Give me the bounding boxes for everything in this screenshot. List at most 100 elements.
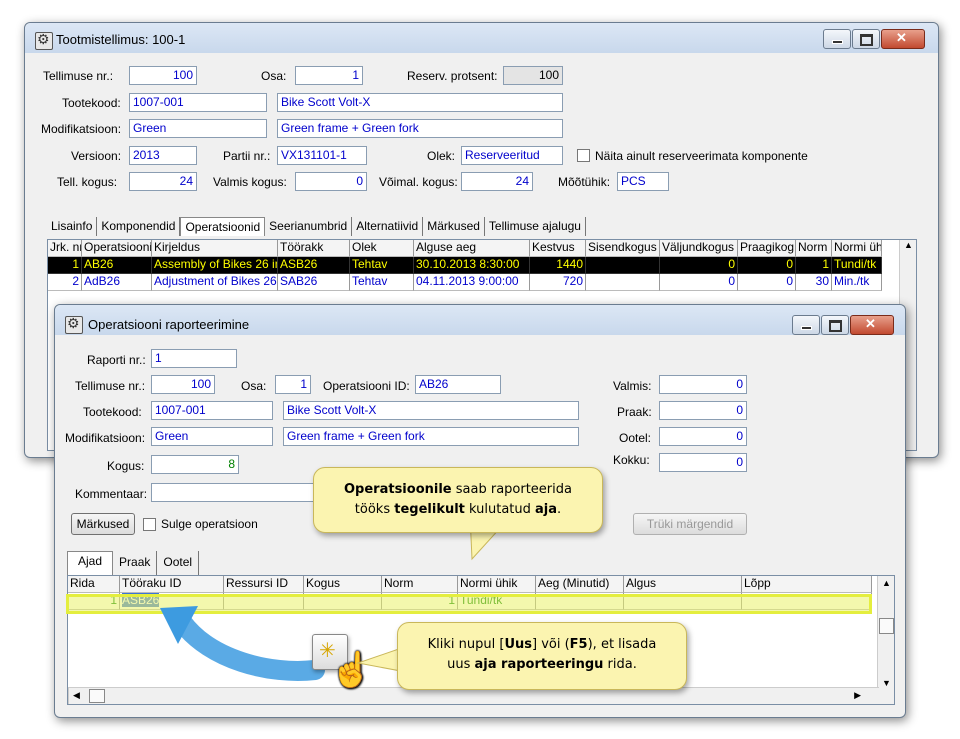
table-cell: ASB26 — [278, 257, 350, 274]
waiting-field[interactable]: 0 — [659, 427, 747, 446]
scroll-down-icon[interactable]: ▼ — [882, 678, 891, 688]
column-header[interactable]: Sisendkogus — [586, 240, 660, 257]
column-header[interactable]: Normi ühik — [832, 240, 882, 257]
maximize-button[interactable] — [821, 315, 849, 335]
column-header[interactable]: Rida — [68, 576, 120, 593]
scrap-field[interactable]: 0 — [659, 401, 747, 420]
waiting-label: Ootel: — [619, 431, 652, 445]
scroll-thumb[interactable] — [879, 618, 894, 634]
grid-header-row: Jrk. nr Operatsiooni Kirjeldus Töörakk Olek A… — [48, 240, 882, 257]
scroll-up-icon[interactable]: ▲ — [904, 240, 913, 250]
table-row[interactable]: 2 AdB26 Adjustment of Bikes 26 SAB26 Tehtav 0… — [48, 274, 882, 291]
table-cell — [586, 274, 660, 291]
close-button[interactable] — [881, 29, 925, 49]
tab-praak[interactable]: Praak — [113, 551, 158, 576]
version-field[interactable]: 2013 — [129, 146, 197, 165]
column-header[interactable]: Töörakk — [278, 240, 350, 257]
column-header[interactable]: Väljundkogus — [660, 240, 738, 257]
callout-top-text4: . — [557, 502, 562, 517]
modification-desc-field[interactable]: Green frame + Green fork — [277, 119, 563, 138]
column-header[interactable]: Kirjeldus — [152, 240, 278, 257]
unit-field[interactable]: PCS — [617, 172, 669, 191]
callout-bottom-bold2: F5 — [569, 637, 588, 652]
column-header[interactable]: Aeg (Minutid) — [536, 576, 624, 593]
scroll-thumb[interactable] — [89, 689, 105, 703]
scroll-left-icon[interactable]: ◀ — [73, 690, 80, 701]
tab-ajad[interactable]: Ajad — [67, 551, 114, 576]
title-bar[interactable]: Tootmistellimus: 100-1 — [25, 23, 938, 53]
column-header[interactable]: Kestvus — [530, 240, 586, 257]
order-nr-label: Tellimuse nr.: — [75, 379, 146, 393]
column-header[interactable]: Alguse aeg — [414, 240, 530, 257]
modification-field[interactable]: Green — [129, 119, 267, 138]
tab-lisainfo[interactable]: Lisainfo — [47, 217, 98, 236]
qty-field[interactable]: 8 — [151, 455, 239, 474]
minimize-button[interactable] — [792, 315, 820, 335]
minimize-button[interactable] — [823, 29, 851, 49]
print-labels-button[interactable]: Trüki märgendid — [633, 513, 747, 535]
column-header[interactable]: Norm — [796, 240, 832, 257]
title-bar[interactable]: Operatsiooni raporteerimine — [55, 305, 905, 335]
product-code-label: Tootekood: — [83, 405, 142, 419]
qty-label: Kogus: — [107, 459, 145, 473]
callout-bottom-text5: rida. — [603, 657, 637, 672]
tab-alternatiivid[interactable]: Alternatiivid — [352, 217, 424, 236]
table-cell: 0 — [660, 257, 738, 274]
maximize-button[interactable] — [852, 29, 880, 49]
table-cell: 04.11.2013 9:00:00 — [414, 274, 530, 291]
part-field[interactable]: 1 — [295, 66, 363, 85]
reserve-label: Reserv. protsent: — [407, 69, 498, 83]
callout-bottom-bold1: Uus — [504, 637, 532, 652]
column-header[interactable]: Ressursi ID — [224, 576, 304, 593]
order-tabs: Lisainfo Komponendid Operatsioonid Seeri… — [47, 217, 586, 236]
close-button[interactable] — [850, 315, 894, 335]
done-label: Valmis: — [613, 379, 652, 393]
column-header[interactable]: Algus — [624, 576, 742, 593]
operation-id-field[interactable]: AB26 — [415, 375, 501, 394]
column-header[interactable]: Tööraku ID — [120, 576, 224, 593]
part-field[interactable]: 1 — [275, 375, 311, 394]
tab-tellimuse-ajalugu[interactable]: Tellimuse ajalugu — [485, 217, 586, 236]
order-nr-field[interactable]: 100 — [129, 66, 197, 85]
product-code-field[interactable]: 1007-001 — [151, 401, 273, 420]
column-header[interactable]: Praagikog — [738, 240, 796, 257]
tab-komponendid[interactable]: Komponendid — [97, 217, 181, 236]
column-header[interactable]: Olek — [350, 240, 414, 257]
column-header[interactable]: Operatsiooni — [82, 240, 152, 257]
order-nr-field[interactable]: 100 — [151, 375, 215, 394]
done-qty-field[interactable]: 0 — [295, 172, 367, 191]
product-name-field[interactable]: Bike Scott Volt-X — [283, 401, 579, 420]
column-header[interactable]: Kogus — [304, 576, 382, 593]
scroll-up-icon[interactable]: ▲ — [882, 578, 891, 588]
vertical-scrollbar[interactable]: ▲ ▼ — [877, 576, 894, 704]
done-field[interactable]: 0 — [659, 375, 747, 394]
product-code-field[interactable]: 1007-001 — [129, 93, 267, 112]
product-name-field[interactable]: Bike Scott Volt-X — [277, 93, 563, 112]
ordered-qty-field[interactable]: 24 — [129, 172, 197, 191]
report-nr-field[interactable]: 1 — [151, 349, 237, 368]
show-unreserved-checkbox[interactable] — [577, 149, 590, 162]
status-field[interactable]: Reserveeritud — [461, 146, 563, 165]
tab-seerianumbrid[interactable]: Seerianumbrid — [265, 217, 353, 236]
column-header[interactable]: Norm — [382, 576, 458, 593]
table-row[interactable]: 1 AB26 Assembly of Bikes 26 in ASB26 Tehtav 3… — [48, 257, 882, 274]
close-operation-checkbox[interactable] — [143, 518, 156, 531]
modification-field[interactable]: Green — [151, 427, 273, 446]
tab-markused[interactable]: Märkused — [423, 217, 485, 236]
table-cell: Adjustment of Bikes 26 — [152, 274, 278, 291]
column-header[interactable]: Lõpp — [742, 576, 872, 593]
possible-qty-label: Võimal. kogus: — [379, 175, 458, 189]
scroll-right-icon[interactable]: ▶ — [854, 690, 861, 701]
done-qty-label: Valmis kogus: — [213, 175, 287, 189]
column-header[interactable]: Jrk. nr — [48, 240, 82, 257]
total-field[interactable]: 0 — [659, 453, 747, 472]
notes-button[interactable]: Märkused — [71, 513, 135, 535]
modification-desc-field[interactable]: Green frame + Green fork — [283, 427, 579, 446]
batch-field[interactable]: VX131101-1 — [277, 146, 367, 165]
possible-qty-field[interactable]: 24 — [461, 172, 533, 191]
tab-ootel[interactable]: Ootel — [157, 551, 200, 576]
callout-top-bold2: tegelikult — [394, 502, 465, 517]
close-operation-label: Sulge operatsioon — [161, 517, 258, 531]
comment-field[interactable] — [151, 483, 321, 502]
tab-operatsioonid[interactable]: Operatsioonid — [180, 217, 266, 236]
